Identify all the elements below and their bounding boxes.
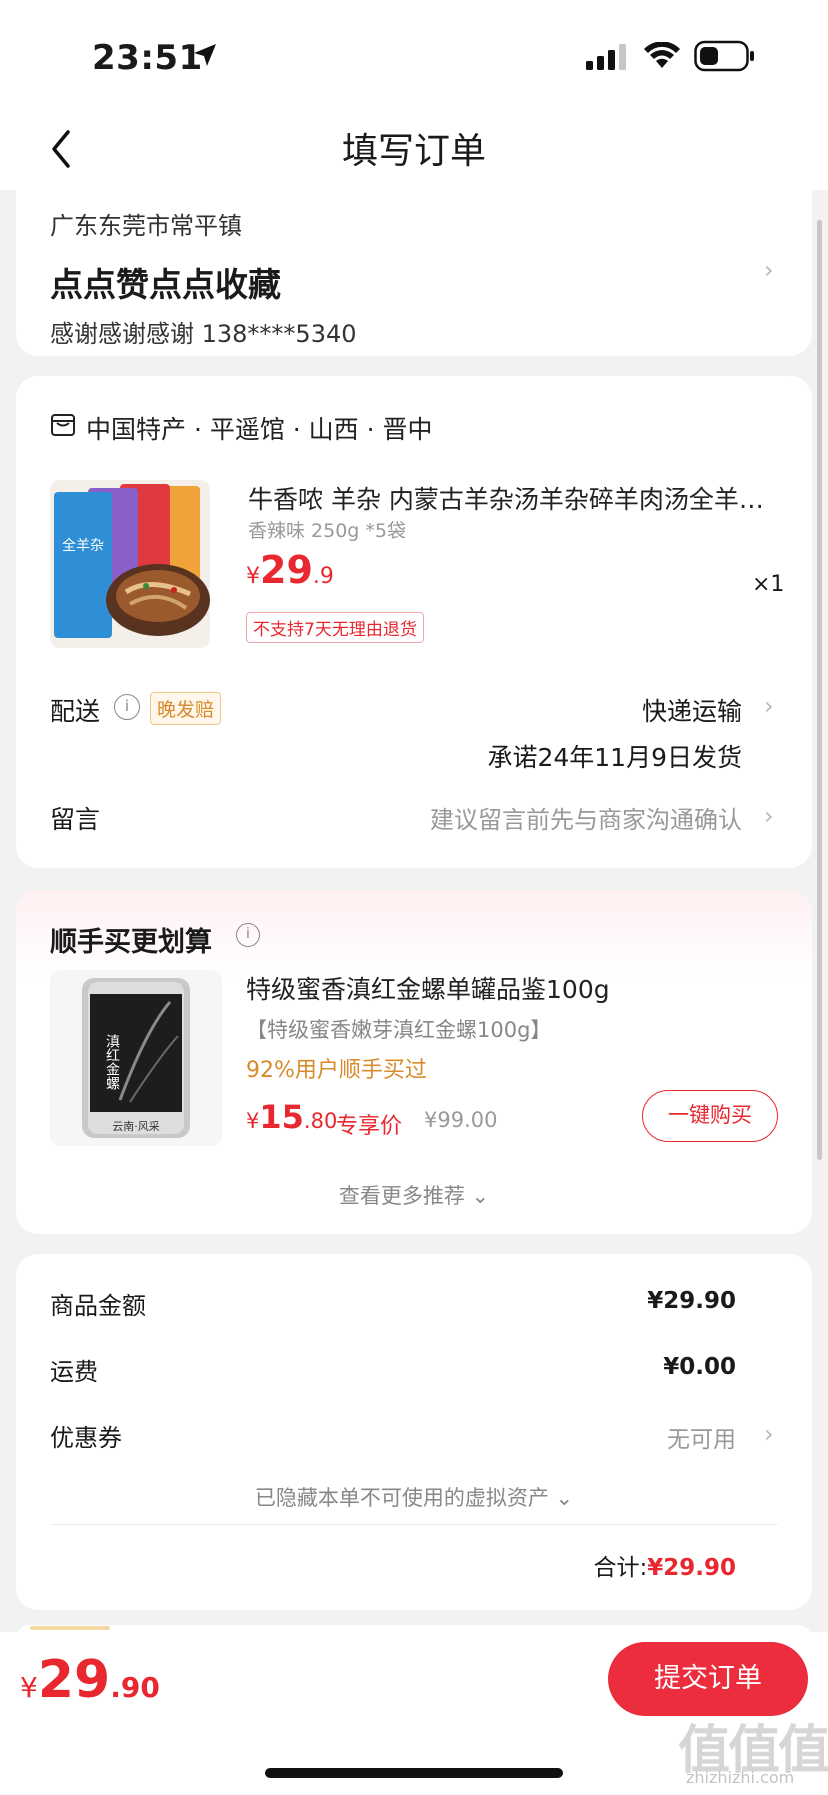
product-quantity: ×1 <box>752 572 785 597</box>
location-arrow-icon <box>194 44 216 66</box>
status-time: 23:51 <box>92 38 203 78</box>
original-price: ¥99.00 <box>424 1108 498 1132</box>
recommend-card: 顺手买更划算 i 滇红金螺 云南·风采 特级蜜香滇红金螺单罐品鉴100g 【特级… <box>16 890 812 1234</box>
product-title[interactable]: 牛香哝 羊杂 内蒙古羊杂汤羊杂碎羊肉汤全羊汤熟食 <box>248 480 788 516</box>
price-decimal: .9 <box>312 564 334 589</box>
home-indicator[interactable] <box>265 1768 563 1778</box>
tin-sublabel: 云南·风采 <box>112 1120 160 1133</box>
price-currency: ¥ <box>20 1671 38 1704</box>
recommend-item-title[interactable]: 特级蜜香滇红金螺单罐品鉴100g <box>246 970 610 1006</box>
tea-tin-image[interactable]: 滇红金螺 云南·风采 <box>50 970 222 1146</box>
exclusive-price-tag: 专享价 <box>336 1114 403 1139</box>
more-recommendations-link[interactable]: 查看更多推荐 ⌄ <box>16 1180 812 1210</box>
page-title: 填写订单 <box>341 131 486 172</box>
submit-order-button[interactable]: 提交订单 <box>608 1642 808 1716</box>
top-header: 23:51 填写订单 <box>0 0 828 190</box>
total-label: 合计: <box>593 1555 648 1581</box>
watermark-site: zhizhizhi.com <box>686 1768 795 1787</box>
chevron-right-icon: › <box>764 1420 774 1448</box>
goods-amount-value: ¥29.90 <box>647 1288 736 1314</box>
one-click-buy-button[interactable]: 一键购买 <box>642 1090 778 1142</box>
price-currency: ¥ <box>246 564 260 589</box>
late-compensation-badge[interactable]: 晚发赔 <box>150 692 222 725</box>
divider <box>50 1524 778 1525</box>
delivery-method[interactable]: 快递运输 <box>642 692 742 728</box>
chevron-right-icon: › <box>764 692 774 720</box>
bottom-total-price: ¥29.90 <box>20 1650 160 1710</box>
product-spec: 香辣味 250g *5袋 <box>248 520 406 542</box>
coupon-value[interactable]: 无可用 <box>667 1420 736 1454</box>
order-total: 合计:¥29.90 <box>593 1548 736 1582</box>
address-contact: 感谢感谢感谢 138****5340 <box>50 320 357 348</box>
price-decimal: .80 <box>303 1109 338 1133</box>
recommend-item-users: 92%用户顺手买过 <box>246 1058 427 1083</box>
status-bar: 23:51 <box>0 0 828 110</box>
message-input[interactable]: 建议留言前先与商家沟通确认 <box>430 800 742 835</box>
order-card: 中国特产 · 平遥馆 · 山西 · 晋中 全羊杂 牛香哝 羊杂 内蒙古羊杂汤羊杂… <box>16 376 812 868</box>
info-icon[interactable]: i <box>114 694 140 720</box>
goods-amount-label: 商品金额 <box>50 1292 146 1320</box>
chevron-right-icon: › <box>764 802 774 830</box>
delivery-promise: 承诺24年11月9日发货 <box>487 743 742 772</box>
price-integer: 15 <box>259 1098 304 1136</box>
shipping-fee-label: 运费 <box>50 1358 98 1386</box>
price-decimal: .90 <box>110 1671 160 1704</box>
chevron-right-icon: › <box>764 256 774 284</box>
recommend-title: 顺手买更划算 <box>50 927 212 958</box>
price-integer: 29 <box>37 1650 111 1710</box>
next-card-stripe <box>30 1626 110 1630</box>
no-return-badge: 不支持7天无理由退货 <box>246 612 424 643</box>
battery-icon <box>694 40 754 72</box>
delivery-label: 配送 <box>50 697 101 726</box>
address-detail: 点点赞点点收藏 <box>50 265 281 304</box>
hidden-assets-toggle[interactable]: 已隐藏本单不可使用的虚拟资产 ⌄ <box>16 1482 812 1512</box>
scrollbar[interactable] <box>817 220 822 1160</box>
coupon-label: 优惠券 <box>50 1424 122 1452</box>
message-label: 留言 <box>50 805 101 834</box>
wifi-icon <box>644 42 680 68</box>
recommend-item-price: ¥15.80 <box>246 1098 337 1136</box>
price-integer: 29 <box>260 548 313 592</box>
cellular-signal-icon <box>586 44 626 70</box>
product-price: ¥29.9 <box>246 548 334 592</box>
shipping-fee-value: ¥0.00 <box>663 1354 736 1380</box>
tin-label: 滇红金螺 <box>104 1034 120 1090</box>
info-icon[interactable]: i <box>236 923 260 947</box>
package-label: 全羊杂 <box>62 537 104 554</box>
total-value: ¥29.90 <box>647 1555 736 1581</box>
address-region: 广东东莞市常平镇 <box>50 212 242 240</box>
address-card[interactable]: 广东东莞市常平镇 点点赞点点收藏 感谢感谢感谢 138****5340 › <box>16 190 812 356</box>
recommend-item-subtitle: 【特级蜜香嫩芽滇红金螺100g】 <box>246 1018 552 1042</box>
product-image[interactable]: 全羊杂 <box>50 480 210 648</box>
price-currency: ¥ <box>246 1109 260 1133</box>
price-summary-card: 商品金额 ¥29.90 运费 ¥0.00 优惠券 无可用 › 已隐藏本单不可使用… <box>16 1254 812 1610</box>
shop-name[interactable]: 中国特产 · 平遥馆 · 山西 · 晋中 <box>86 410 433 446</box>
nav-bar: 填写订单 <box>0 110 828 190</box>
shop-icon <box>51 414 75 436</box>
